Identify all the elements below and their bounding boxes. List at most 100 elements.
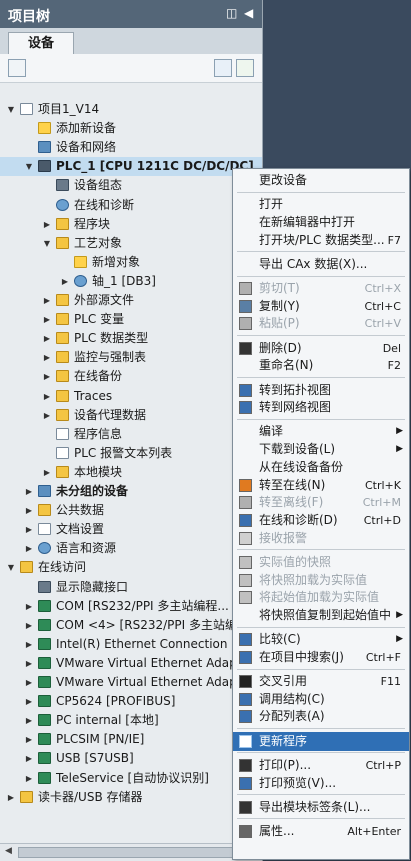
expand-right-icon[interactable]: ▶ (24, 711, 34, 730)
tree-item[interactable]: ▼ 项目1_V14 (0, 100, 262, 119)
expand-right-icon[interactable]: ▶ (42, 387, 52, 406)
tree-item[interactable]: ▶ VMware Virtual Ethernet Adapte (0, 654, 262, 673)
menu-item[interactable]: 在项目中搜索(J) Ctrl+F (233, 648, 409, 667)
menu-item[interactable]: 打印预览(V)... (233, 774, 409, 793)
menu-item[interactable]: 转到网络视图 (233, 398, 409, 417)
expand-right-icon[interactable]: ▶ (24, 654, 34, 673)
expand-right-icon[interactable]: ▶ (6, 788, 16, 807)
menu-item[interactable]: 在线和诊断(D) Ctrl+D (233, 511, 409, 530)
expand-right-icon[interactable]: ▶ (24, 539, 34, 558)
tree-item[interactable]: ▶ PC internal [本地] (0, 711, 262, 730)
horizontal-scrollbar[interactable]: ◀ ▶ (0, 843, 262, 861)
expand-right-icon[interactable]: ▶ (42, 406, 52, 425)
tree-item[interactable]: ▶ PLCSIM [PN/IE] (0, 730, 262, 749)
menu-item[interactable]: 在新编辑器中打开 (233, 213, 409, 232)
tab-devices[interactable]: 设备 (8, 32, 74, 55)
tree-item[interactable]: 添加新设备 (0, 119, 262, 138)
tree-item[interactable]: 新增对象 (0, 253, 262, 272)
panel-layout-icon[interactable]: ◫ (226, 6, 237, 20)
tree-item[interactable]: ▶ 公共数据 (0, 501, 262, 520)
menu-item[interactable]: 下载到设备(L) ▶ (233, 440, 409, 459)
tree-item[interactable]: ▶ 文档设置 (0, 520, 262, 539)
menu-item[interactable]: 删除(D) Del (233, 339, 409, 358)
tree-item[interactable]: ▼ 工艺对象 (0, 234, 262, 253)
menu-item[interactable]: 将快照值复制到起始值中 ▶ (233, 606, 409, 625)
tree-item[interactable]: ▼ 在线访问 (0, 558, 262, 577)
menu-item[interactable]: 更新程序 (233, 731, 409, 751)
tree-item[interactable]: ▶ 在线备份 (0, 367, 262, 386)
menu-item[interactable]: 分配列表(A) (233, 707, 409, 726)
tree-item[interactable]: ▶ 读卡器/USB 存储器 (0, 788, 262, 807)
menu-item[interactable]: 编译 ▶ (233, 422, 409, 441)
expand-right-icon[interactable]: ▶ (42, 215, 52, 234)
expand-right-icon[interactable]: ▶ (42, 348, 52, 367)
tree-item[interactable]: ▶ 语言和资源 (0, 539, 262, 558)
menu-item[interactable]: 打开 (233, 195, 409, 214)
expand-right-icon[interactable]: ▶ (24, 730, 34, 749)
tree-item[interactable]: 设备和网络 (0, 138, 262, 157)
expand-right-icon[interactable]: ▶ (42, 291, 52, 310)
expand-right-icon[interactable]: ▶ (24, 692, 34, 711)
expand-down-icon[interactable]: ▼ (6, 100, 16, 119)
scrollbar-thumb[interactable] (18, 847, 238, 858)
tree-item[interactable]: ▶ 监控与强制表 (0, 348, 262, 367)
menu-item[interactable]: 导出 CAx 数据(X)... (233, 255, 409, 274)
tree-item[interactable]: ▶ USB [S7USB] (0, 749, 262, 768)
tree-item[interactable]: ▼ PLC_1 [CPU 1211C DC/DC/DC] (0, 157, 262, 177)
tree-item[interactable]: ▶ PLC 数据类型 (0, 329, 262, 348)
add-device-icon[interactable] (8, 59, 26, 77)
scroll-left-icon[interactable]: ◀ (5, 846, 12, 856)
expand-right-icon[interactable]: ▶ (60, 272, 70, 291)
menu-item[interactable]: 更改设备 (233, 171, 409, 190)
menu-item[interactable]: 属性... Alt+Enter (233, 822, 409, 841)
expand-down-icon[interactable]: ▼ (6, 558, 16, 577)
tree-item[interactable]: ▶ 轴_1 [DB3] (0, 272, 262, 291)
tree-item[interactable]: ▶ VMware Virtual Ethernet Adapte (0, 673, 262, 692)
tree-item[interactable]: 设备组态 (0, 176, 262, 195)
tree-item[interactable]: ▶ 程序块 (0, 215, 262, 234)
view-list-icon[interactable] (214, 59, 232, 77)
menu-item[interactable]: 重命名(N) F2 (233, 356, 409, 375)
tree-item[interactable]: ▶ 本地模块 (0, 463, 262, 482)
expand-down-icon[interactable]: ▼ (42, 234, 52, 253)
expand-right-icon[interactable]: ▶ (24, 673, 34, 692)
expand-right-icon[interactable]: ▶ (24, 520, 34, 539)
menu-item[interactable]: 复制(Y) Ctrl+C (233, 297, 409, 316)
tree-item[interactable]: ▶ PLC 变量 (0, 310, 262, 329)
expand-right-icon[interactable]: ▶ (24, 635, 34, 654)
tree-item[interactable]: 程序信息 (0, 425, 262, 444)
expand-right-icon[interactable]: ▶ (42, 367, 52, 386)
expand-right-icon[interactable]: ▶ (24, 482, 34, 501)
tree-item[interactable]: ▶ TeleService [自动协议识别] (0, 769, 262, 788)
expand-right-icon[interactable]: ▶ (42, 310, 52, 329)
menu-item[interactable]: 比较(C) ▶ (233, 630, 409, 649)
expand-right-icon[interactable]: ▶ (24, 749, 34, 768)
expand-right-icon[interactable]: ▶ (42, 329, 52, 348)
tree-item[interactable]: ▶ 设备代理数据 (0, 406, 262, 425)
menu-item[interactable]: 打开块/PLC 数据类型... F7 (233, 231, 409, 250)
expand-down-icon[interactable]: ▼ (24, 157, 34, 176)
expand-right-icon[interactable]: ▶ (42, 463, 52, 482)
tree-item[interactable]: ▶ CP5624 [PROFIBUS] (0, 692, 262, 711)
menu-item[interactable]: 转至在线(N) Ctrl+K (233, 476, 409, 495)
view-options-icon[interactable] (236, 59, 254, 77)
expand-right-icon[interactable]: ▶ (24, 597, 34, 616)
expand-right-icon[interactable]: ▶ (24, 769, 34, 788)
menu-item[interactable]: 交叉引用 F11 (233, 672, 409, 691)
expand-right-icon[interactable]: ▶ (24, 501, 34, 520)
tree-item[interactable]: ▶ Intel(R) Ethernet Connection (2) (0, 635, 262, 654)
tree-item[interactable]: ▶ Traces (0, 387, 262, 406)
menu-item[interactable]: 导出模块标签条(L)... (233, 798, 409, 817)
collapse-left-icon[interactable]: ◀ (244, 6, 253, 20)
menu-item[interactable]: 从在线设备备份 (233, 458, 409, 477)
menu-item[interactable]: 调用结构(C) (233, 690, 409, 709)
menu-item[interactable]: 打印(P)... Ctrl+P (233, 756, 409, 775)
tree-item[interactable]: ▶ 外部源文件 (0, 291, 262, 310)
tree-item[interactable]: ▶ 未分组的设备 (0, 482, 262, 501)
expand-right-icon[interactable]: ▶ (24, 616, 34, 635)
tree-item[interactable]: ▶ COM [RS232/PPI 多主站编程... (0, 597, 262, 616)
tree-item[interactable]: PLC 报警文本列表 (0, 444, 262, 463)
menu-item[interactable]: 转到拓扑视图 (233, 381, 409, 400)
tree-item[interactable]: 在线和诊断 (0, 196, 262, 215)
tree-item[interactable]: 显示隐藏接口 (0, 578, 262, 597)
